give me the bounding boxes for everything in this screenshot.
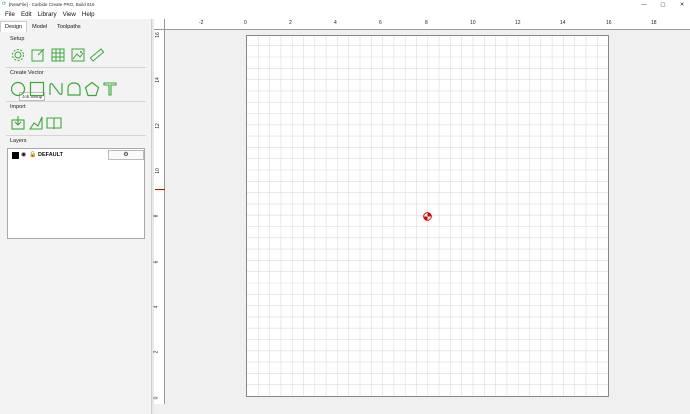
- visibility-eye-icon[interactable]: ◉: [21, 151, 26, 160]
- ruler-y-label: 14: [154, 77, 161, 83]
- divider: [6, 67, 146, 68]
- tab-design[interactable]: Design: [0, 21, 28, 32]
- horizontal-ruler: -2 0 2 4 6 8 10 12 14 16 18: [154, 19, 690, 30]
- minimize-button[interactable]: —: [638, 0, 650, 9]
- menu-edit[interactable]: Edit: [18, 11, 35, 18]
- divider: [6, 101, 146, 102]
- maximize-button[interactable]: ▢: [657, 0, 669, 9]
- menu-bar: File Edit Library View Help: [0, 9, 690, 19]
- ruler-x-label: -2: [199, 20, 204, 26]
- close-button[interactable]: ✕: [676, 0, 688, 9]
- curve-shape-icon[interactable]: [66, 81, 82, 97]
- menu-help[interactable]: Help: [79, 11, 98, 18]
- import-model-icon[interactable]: [28, 115, 44, 131]
- ruler-x-label: 14: [560, 20, 566, 26]
- ruler-x-label: 4: [334, 20, 337, 26]
- layer-row[interactable]: ◉ 🔒 DEFAULT ⚙: [12, 150, 144, 160]
- ruler-x-label: 0: [244, 20, 247, 26]
- image-icon[interactable]: [70, 47, 86, 63]
- ruler-x-label: 6: [379, 20, 382, 26]
- polygon-icon[interactable]: [84, 81, 100, 97]
- ruler-y-label: 6: [153, 260, 160, 264]
- ruler-x-label: 18: [651, 20, 657, 26]
- layer-color-swatch[interactable]: [12, 152, 19, 159]
- text-icon[interactable]: [102, 81, 118, 97]
- ruler-y-label: 10: [154, 168, 161, 174]
- tab-toolpaths[interactable]: Toolpaths: [52, 21, 86, 32]
- ruler-y-label: 0: [153, 396, 160, 400]
- horizontal-scrollbar[interactable]: [165, 404, 690, 414]
- job-setup-gear-icon[interactable]: [10, 47, 26, 63]
- window-title: [NewFile] - Carbide Create PRO, Build 81…: [9, 2, 95, 7]
- layers-label: Layers: [10, 138, 27, 144]
- app-logo-icon: ⟳: [2, 1, 7, 7]
- grid-icon[interactable]: [50, 47, 66, 63]
- polyline-icon[interactable]: [48, 81, 64, 97]
- ruler-x-label: 12: [515, 20, 521, 26]
- ruler-x-label: 10: [470, 20, 476, 26]
- setup-label: Setup: [10, 36, 25, 42]
- menu-library[interactable]: Library: [35, 11, 60, 18]
- ruler-x-label: 8: [425, 20, 428, 26]
- rectangle-icon[interactable]: [29, 81, 45, 97]
- ruler-position-marker: [155, 189, 165, 190]
- menu-file[interactable]: File: [2, 11, 18, 18]
- ruler-y-label: 2: [153, 350, 160, 354]
- tab-model[interactable]: Model: [27, 21, 52, 32]
- import-file-icon[interactable]: [10, 115, 26, 131]
- divider: [6, 135, 146, 136]
- edit-document-icon[interactable]: [30, 47, 46, 63]
- ruler-x-label: 2: [289, 20, 292, 26]
- ruler-x-label: 16: [606, 20, 612, 26]
- panel-tabs: Design Model Toolpaths: [0, 21, 86, 32]
- ruler-y-label: 12: [154, 123, 161, 129]
- create-vector-label: Create Vector: [10, 70, 44, 76]
- vertical-ruler: 16 14 12 10 8 6 4 2 0: [153, 30, 165, 404]
- library-book-icon[interactable]: [46, 115, 62, 131]
- title-bar: ⟳ [NewFile] - Carbide Create PRO, Build …: [0, 0, 690, 9]
- lock-icon[interactable]: 🔒: [29, 151, 36, 160]
- ruler-corner: [154, 19, 165, 30]
- ruler-y-label: 8: [153, 214, 160, 218]
- origin-marker-icon: [423, 212, 432, 221]
- circle-icon[interactable]: [10, 81, 26, 97]
- layer-settings-gear-icon[interactable]: ⚙: [108, 150, 144, 160]
- ruler-y-label: 4: [153, 305, 160, 309]
- menu-view[interactable]: View: [60, 11, 79, 18]
- ruler-y-label: 16: [154, 32, 161, 38]
- layer-name: DEFAULT: [38, 152, 63, 158]
- layers-list: ◉ 🔒 DEFAULT ⚙: [7, 148, 145, 239]
- import-label: Import: [10, 104, 26, 110]
- ruler-measure-icon[interactable]: [89, 47, 105, 63]
